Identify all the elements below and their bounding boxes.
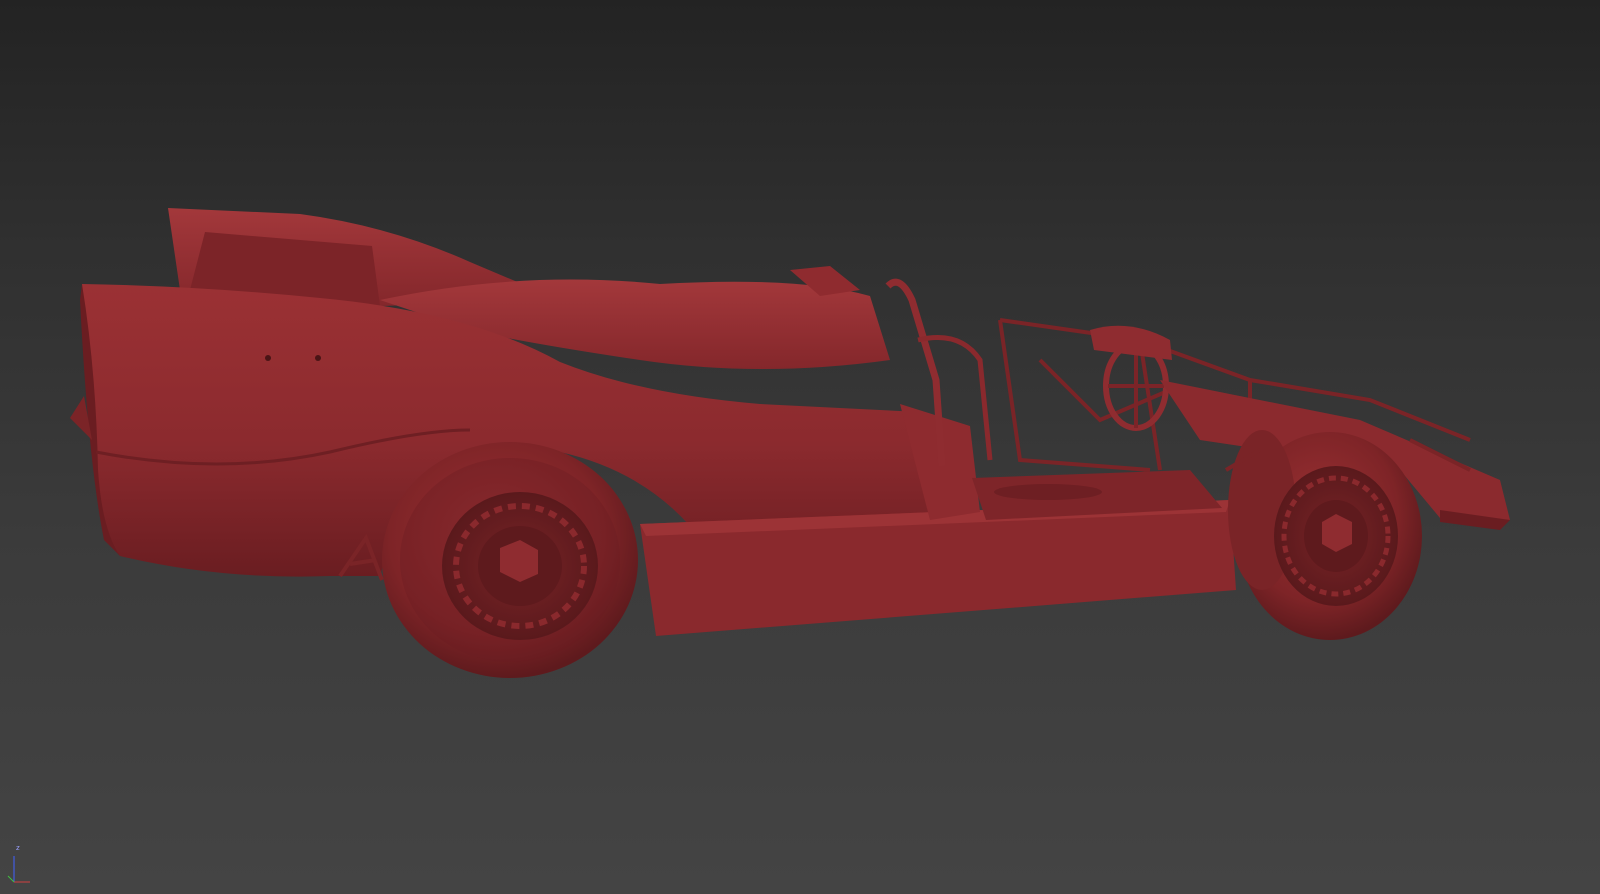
- axis-gizmo-icon: [7, 856, 30, 883]
- rear-wheel[interactable]: [382, 442, 638, 678]
- axis-gizmo[interactable]: z: [4, 842, 36, 886]
- perspective-viewport[interactable]: z: [0, 0, 1600, 894]
- floor-vent: [994, 484, 1102, 500]
- body-hole-1: [265, 355, 271, 361]
- race-car-model[interactable]: [70, 208, 1510, 678]
- front-wheel[interactable]: [1228, 430, 1422, 640]
- body-hole-2: [315, 355, 321, 361]
- dashboard: [1090, 325, 1172, 360]
- z-axis-label: z: [16, 844, 20, 852]
- scene-canvas[interactable]: [0, 0, 1600, 894]
